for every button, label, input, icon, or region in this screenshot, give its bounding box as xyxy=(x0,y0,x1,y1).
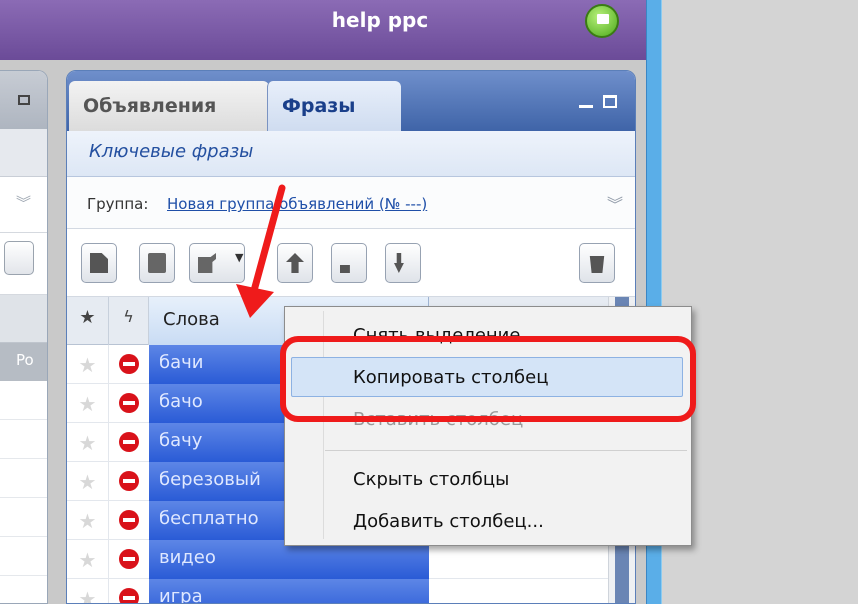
toolbar: ▼ xyxy=(67,229,635,297)
star-icon[interactable]: ★ xyxy=(67,345,109,384)
move-down-icon xyxy=(394,253,404,273)
stop-icon[interactable] xyxy=(119,354,139,374)
star-icon[interactable]: ★ xyxy=(67,384,109,423)
star-icon[interactable]: ★ xyxy=(67,501,109,540)
stop-icon[interactable] xyxy=(119,471,139,491)
star-icon[interactable]: ★ xyxy=(67,540,109,579)
subtitle-bar: Ключевые фразы xyxy=(67,131,635,177)
menu-separator xyxy=(325,450,687,451)
table-row[interactable]: ★ игра xyxy=(67,579,635,603)
new-document-icon xyxy=(90,253,108,273)
tab-phrases[interactable]: Фразы xyxy=(267,81,401,131)
title-bar: help ppc xyxy=(0,0,646,60)
tab-ads[interactable]: Объявления xyxy=(69,81,269,131)
star-icon[interactable]: ★ xyxy=(67,462,109,501)
network-icon[interactable] xyxy=(585,4,619,38)
annotation-arrow xyxy=(236,184,286,318)
left-panel: ︾ Po xyxy=(0,70,48,604)
lightning-icon[interactable]: ϟ xyxy=(109,297,149,345)
copy-button[interactable] xyxy=(139,243,175,283)
star-icon[interactable]: ★ xyxy=(67,423,109,462)
maximize-icon[interactable] xyxy=(18,95,30,105)
maximize-icon[interactable] xyxy=(603,95,617,108)
group-bar: Группа: Новая группа объявлений (№ ---) … xyxy=(67,177,635,229)
trash-button[interactable] xyxy=(4,241,34,275)
stop-icon[interactable] xyxy=(119,432,139,452)
tab-bar: Объявления Фразы xyxy=(67,71,635,131)
trash-icon xyxy=(589,256,605,273)
star-icon[interactable]: ★ xyxy=(67,297,109,345)
left-column-label: Po xyxy=(0,343,47,381)
screenshot: help ppc ︾ Po Объявления Фразы Ключевые … xyxy=(0,0,858,604)
move-down-button[interactable] xyxy=(385,243,421,283)
star-icon[interactable]: ★ xyxy=(67,579,109,603)
new-phrase-button[interactable] xyxy=(81,243,117,283)
collapse-chevron-icon[interactable]: ︾ xyxy=(0,177,47,233)
phrase-cell[interactable]: игра xyxy=(149,579,429,603)
stop-icon[interactable] xyxy=(119,393,139,413)
group-label: Группа: xyxy=(87,195,149,213)
stop-icon[interactable] xyxy=(119,510,139,530)
stop-icon[interactable] xyxy=(119,549,139,569)
panel-subtitle: Ключевые фразы xyxy=(89,141,254,162)
menu-item-hide-columns[interactable]: Скрыть столбцы xyxy=(353,469,509,490)
annotation-highlight-box xyxy=(280,336,696,422)
copy-icon xyxy=(148,253,166,273)
window-title: help ppc xyxy=(331,8,429,32)
delete-button[interactable] xyxy=(579,243,615,283)
menu-item-add-column[interactable]: Добавить столбец... xyxy=(353,511,544,532)
minimize-icon[interactable] xyxy=(579,105,593,108)
collapse-chevron-icon[interactable]: ︾ xyxy=(607,191,623,215)
left-panel-header xyxy=(0,71,47,129)
stop-icon[interactable] xyxy=(119,588,139,603)
edit-icon xyxy=(198,253,216,273)
